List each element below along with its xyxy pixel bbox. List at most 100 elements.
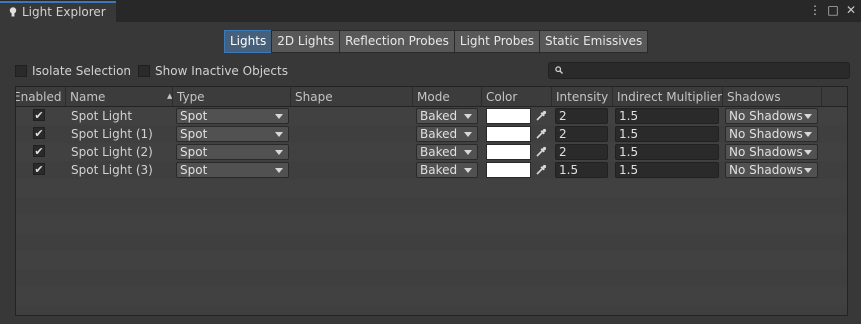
mode-value: Baked xyxy=(420,145,458,159)
column-color[interactable]: Color xyxy=(482,87,552,106)
eyedropper-icon[interactable] xyxy=(534,145,548,159)
enabled-checkbox[interactable]: ✔ xyxy=(33,145,45,157)
check-icon: ✔ xyxy=(34,127,44,140)
tab-reflection-probes[interactable]: Reflection Probes xyxy=(339,30,455,53)
shadows-value: No Shadows xyxy=(729,127,803,141)
chevron-down-icon xyxy=(464,150,472,155)
enabled-checkbox[interactable]: ✔ xyxy=(33,109,45,121)
indirect-multiplier-field[interactable]: 1.5 xyxy=(615,144,719,160)
table-row[interactable]: ✔ Spot Light (1) Spot Baked 2 1.5 No Shadows xyxy=(16,125,847,143)
table-row xyxy=(16,269,847,287)
color-swatch[interactable] xyxy=(486,162,531,178)
check-icon: ✔ xyxy=(34,145,44,158)
column-type[interactable]: Type xyxy=(173,87,291,106)
mode-dropdown[interactable]: Baked xyxy=(416,108,478,124)
table-row xyxy=(16,287,847,305)
mode-dropdown[interactable]: Baked xyxy=(416,162,478,178)
column-shadows[interactable]: Shadows xyxy=(723,87,822,106)
mode-dropdown[interactable]: Baked xyxy=(416,126,478,142)
eyedropper-icon[interactable] xyxy=(534,163,548,177)
show-inactive-checkbox[interactable] xyxy=(138,65,150,77)
shadows-dropdown[interactable]: No Shadows xyxy=(725,162,818,178)
eyedropper-icon[interactable] xyxy=(534,109,548,123)
shadows-dropdown[interactable]: No Shadows xyxy=(725,144,818,160)
tab-light-probes[interactable]: Light Probes xyxy=(453,30,540,53)
table-row[interactable]: ✔ Spot Light (3) Spot Baked 1.5 1.5 No Shadows xyxy=(16,161,847,179)
close-icon[interactable]: ✕ xyxy=(845,3,857,17)
indirect-multiplier-field[interactable]: 1.5 xyxy=(615,126,719,142)
mode-value: Baked xyxy=(420,109,458,123)
light-name[interactable]: Spot Light (1) xyxy=(71,125,153,143)
type-dropdown[interactable]: Spot xyxy=(176,144,289,160)
light-name[interactable]: Spot Light (3) xyxy=(71,161,153,179)
chevron-down-icon xyxy=(275,168,283,173)
sort-ascending-icon: ▲ xyxy=(167,92,173,100)
column-intensity[interactable]: Intensity xyxy=(552,87,613,106)
check-icon: ✔ xyxy=(34,163,44,176)
chevron-down-icon xyxy=(804,150,812,155)
window-title: Light Explorer xyxy=(22,5,106,19)
chevron-down-icon xyxy=(464,132,472,137)
isolate-selection-checkbox[interactable] xyxy=(15,65,27,77)
enabled-checkbox[interactable]: ✔ xyxy=(33,127,45,139)
chevron-down-icon xyxy=(275,150,283,155)
type-value: Spot xyxy=(180,145,208,159)
chevron-down-icon xyxy=(275,114,283,119)
table-row xyxy=(16,215,847,233)
lights-table: Enabled Name ▲ Type Shape Mode Color Int… xyxy=(15,86,848,316)
type-dropdown[interactable]: Spot xyxy=(176,126,289,142)
column-shape[interactable]: Shape xyxy=(291,87,413,106)
eyedropper-icon[interactable] xyxy=(534,127,548,141)
enabled-checkbox[interactable]: ✔ xyxy=(33,163,45,175)
light-type-tabs: Lights 2D Lights Reflection Probes Light… xyxy=(224,30,649,53)
isolate-selection-toggle[interactable]: Isolate Selection xyxy=(15,64,131,78)
tab-lights[interactable]: Lights xyxy=(224,30,273,53)
maximize-icon[interactable]: □ xyxy=(827,3,839,17)
chevron-down-icon xyxy=(464,114,472,119)
shadows-value: No Shadows xyxy=(729,163,803,177)
intensity-field[interactable]: 1.5 xyxy=(555,162,608,178)
color-swatch[interactable] xyxy=(486,126,531,142)
light-name[interactable]: Spot Light (2) xyxy=(71,143,153,161)
table-row[interactable]: ✔ Spot Light Spot Baked 2 1.5 No Shadows xyxy=(16,107,847,125)
shadows-dropdown[interactable]: No Shadows xyxy=(725,126,818,142)
column-name[interactable]: Name ▲ xyxy=(66,87,173,106)
type-value: Spot xyxy=(180,127,208,141)
intensity-field[interactable]: 2 xyxy=(555,126,608,142)
window-titlebar: Light Explorer ⋮ □ ✕ xyxy=(0,0,861,22)
color-swatch[interactable] xyxy=(486,108,531,124)
table-row xyxy=(16,197,847,215)
type-dropdown[interactable]: Spot xyxy=(176,162,289,178)
indirect-multiplier-field[interactable]: 1.5 xyxy=(615,108,719,124)
column-mode[interactable]: Mode xyxy=(413,87,482,106)
shadows-dropdown[interactable]: No Shadows xyxy=(725,108,818,124)
show-inactive-toggle[interactable]: Show Inactive Objects xyxy=(138,64,288,78)
window-tab[interactable]: Light Explorer xyxy=(0,1,116,22)
tab-2d-lights[interactable]: 2D Lights xyxy=(271,30,341,53)
shadows-value: No Shadows xyxy=(729,145,803,159)
tab-static-emissives[interactable]: Static Emissives xyxy=(538,30,649,53)
chevron-down-icon xyxy=(275,132,283,137)
search-input[interactable] xyxy=(548,62,850,79)
column-indirect-multiplier[interactable]: Indirect Multiplier xyxy=(613,87,723,106)
check-icon: ✔ xyxy=(34,109,44,122)
table-row xyxy=(16,233,847,251)
mode-value: Baked xyxy=(420,163,458,177)
isolate-selection-label: Isolate Selection xyxy=(32,64,132,78)
column-enabled[interactable]: Enabled xyxy=(16,87,66,106)
mode-dropdown[interactable]: Baked xyxy=(416,144,478,160)
color-swatch[interactable] xyxy=(486,144,531,160)
search-icon xyxy=(555,66,563,74)
more-options-icon[interactable]: ⋮ xyxy=(809,3,821,17)
intensity-field[interactable]: 2 xyxy=(555,144,608,160)
intensity-field[interactable]: 2 xyxy=(555,108,608,124)
chevron-down-icon xyxy=(804,168,812,173)
chevron-down-icon xyxy=(464,168,472,173)
indirect-multiplier-field[interactable]: 1.5 xyxy=(615,162,719,178)
light-name[interactable]: Spot Light xyxy=(71,107,132,125)
table-row[interactable]: ✔ Spot Light (2) Spot Baked 2 1.5 No Shadows xyxy=(16,143,847,161)
table-row xyxy=(16,305,847,315)
type-dropdown[interactable]: Spot xyxy=(176,108,289,124)
type-value: Spot xyxy=(180,163,208,177)
table-row xyxy=(16,251,847,269)
